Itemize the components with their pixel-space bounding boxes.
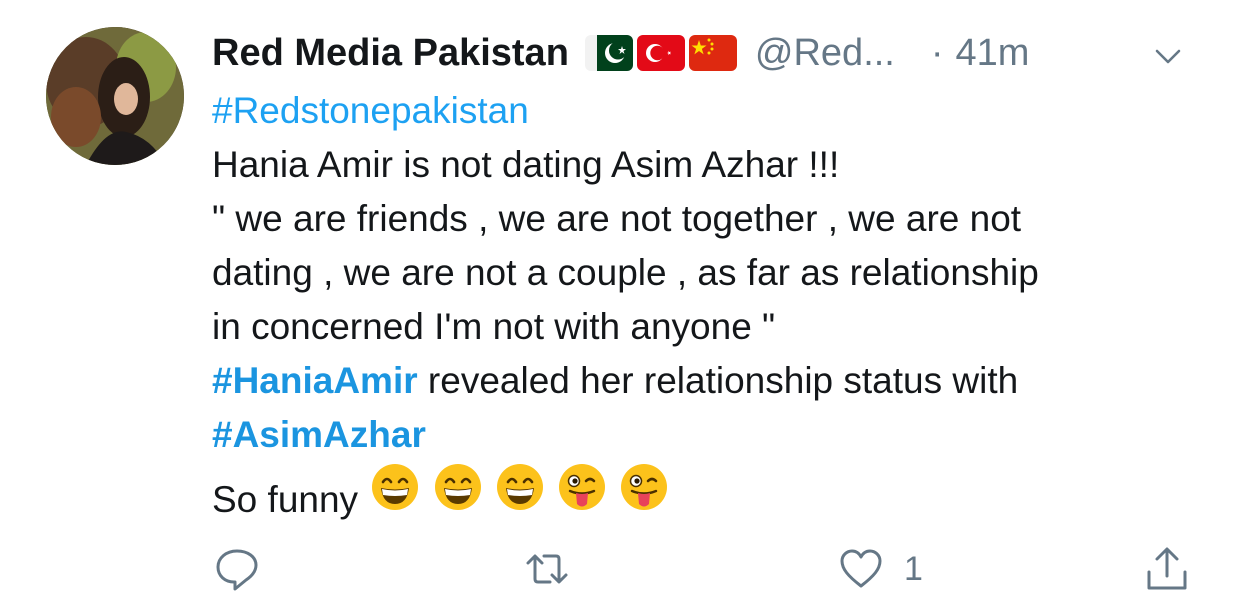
tweet-actions: 1 [212,546,1202,598]
reply-icon [216,549,258,591]
tweet: Red Media Pakistan @Red... · 41m #Redsto… [212,24,1212,527]
chevron-down-icon[interactable] [1154,42,1182,70]
winking-face-with-tongue-icon [559,464,606,510]
pakistan-flag-icon [584,35,633,71]
text-fragment: revealed her relationship status with [417,360,1019,401]
grinning-face-with-smiling-eyes-icon [434,464,481,510]
winking-face-with-tongue-icon [621,464,668,510]
like-count: 1 [904,549,923,588]
tweet-header: Red Media Pakistan @Red... · 41m [212,24,1212,82]
hashtag-asimazhar[interactable]: #AsimAzhar [212,408,1212,462]
display-name[interactable]: Red Media Pakistan [212,32,569,75]
hashtag-haniaamir[interactable]: #HaniaAmir [212,360,418,401]
like-button[interactable]: 1 [838,546,923,592]
text-line: " we are friends , we are not together ,… [212,198,1022,239]
china-flag-icon [688,35,737,71]
retweet-button[interactable] [524,546,570,592]
reply-button[interactable] [214,546,260,592]
avatar[interactable] [46,27,184,165]
grinning-face-with-smiling-eyes-icon [496,464,543,510]
text-line: dating , we are not a couple , as far as… [212,252,1039,293]
turkey-flag-icon [636,35,685,71]
text-line: #HaniaAmir revealed her relationship sta… [212,354,1212,408]
retweet-icon [526,554,568,584]
heart-icon [840,549,882,588]
text-line: in concerned I'm not with anyone " [212,306,776,347]
share-button[interactable] [1144,546,1190,592]
text-line: So funny [212,462,1212,527]
separator-dot: · [930,31,944,74]
text-fragment: So funny [212,479,359,520]
timestamp[interactable]: 41m [956,32,1030,75]
hashtag-redstonepakistan[interactable]: #Redstonepakistan [212,84,1212,138]
share-icon [1147,547,1187,590]
handle[interactable]: @Red... [755,32,895,75]
flags [584,35,737,71]
grinning-face-with-smiling-eyes-icon [372,464,419,510]
text-line: Hania Amir is not dating Asim Azhar !!! [212,144,840,185]
tweet-text: #Redstonepakistan Hania Amir is not dati… [212,84,1212,527]
